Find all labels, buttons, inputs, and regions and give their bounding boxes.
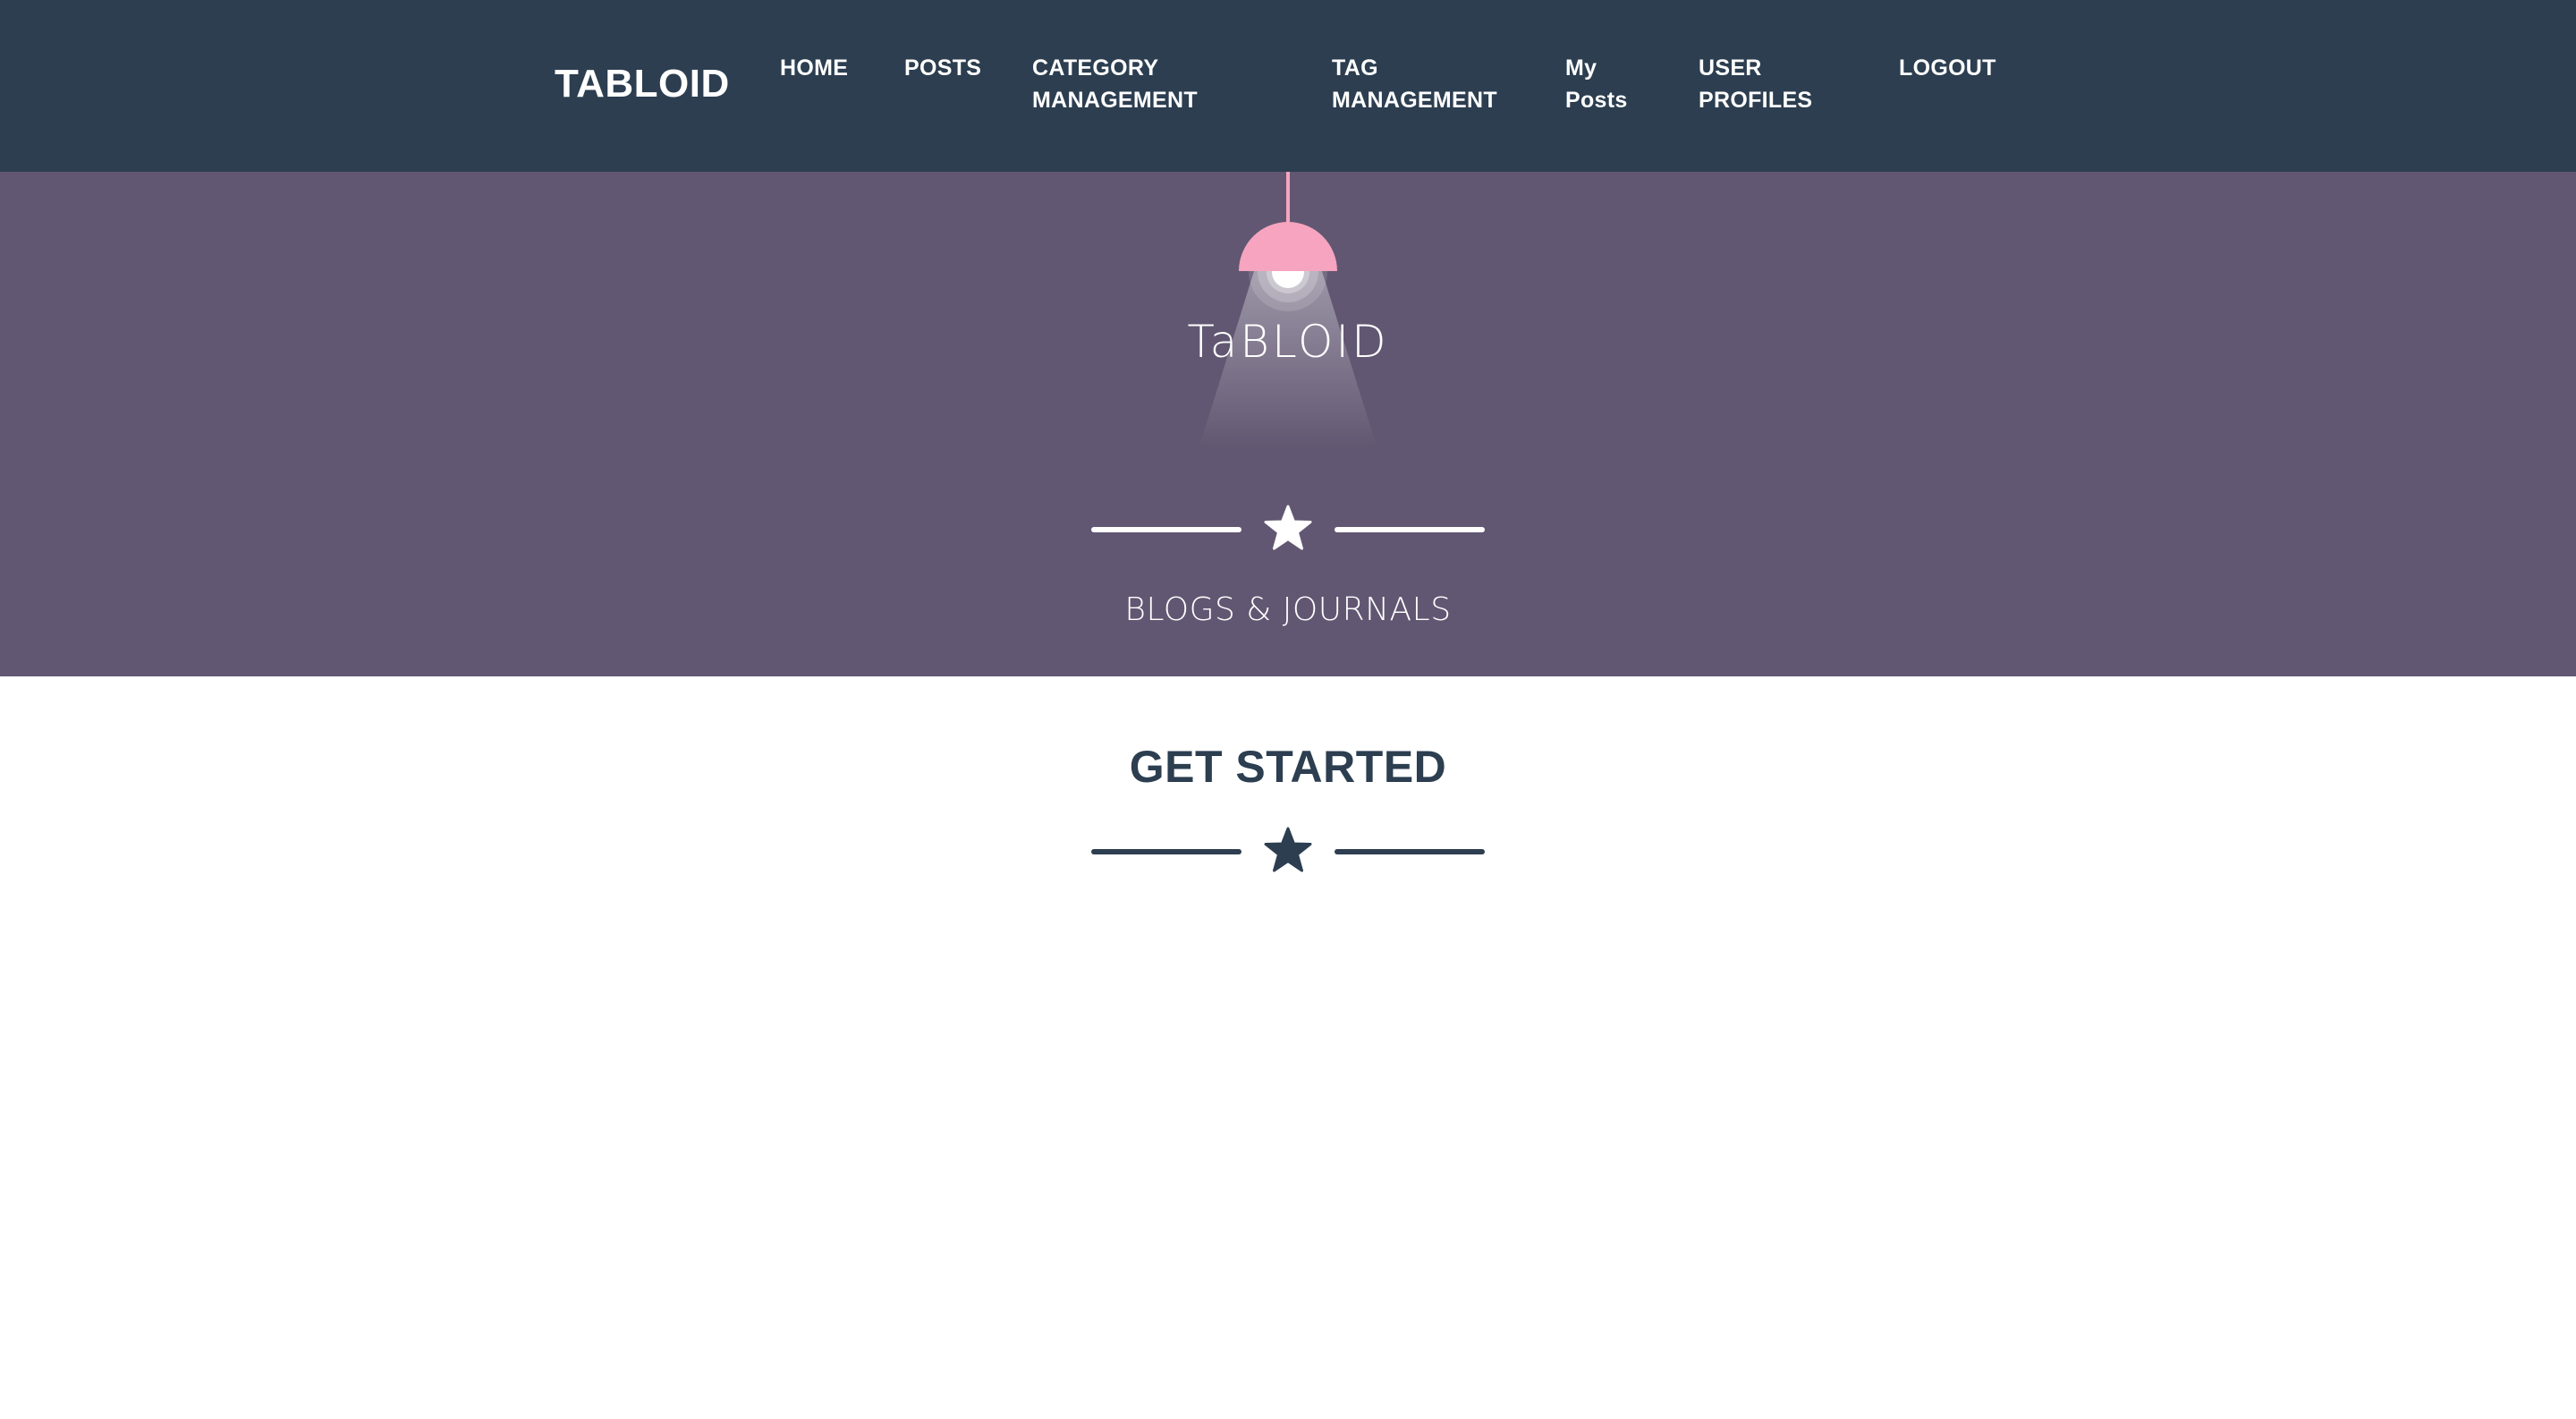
nav-link-label: Posts bbox=[1565, 88, 1628, 113]
nav-link-tag-management[interactable]: TAG MANAGEMENT bbox=[1332, 52, 1497, 116]
nav-link-label: HOME bbox=[780, 55, 849, 81]
nav-link-label: POSTS bbox=[904, 55, 982, 81]
masthead-tagline: BLOGS & JOURNALS bbox=[1124, 591, 1452, 628]
star-icon bbox=[1264, 505, 1312, 550]
section-title: GET STARTED bbox=[1129, 742, 1447, 792]
nav-link-my-posts[interactable]: My Posts bbox=[1565, 52, 1628, 116]
divider-line bbox=[1335, 527, 1485, 532]
logo-wordmark: TaBLOID bbox=[1187, 316, 1389, 368]
star-divider bbox=[1091, 825, 1485, 879]
nav-link-label: My bbox=[1565, 55, 1597, 81]
masthead: TaBLOID BLOGS & JOURNALS bbox=[0, 172, 2576, 676]
nav-link-label: MANAGEMENT bbox=[1332, 88, 1497, 113]
nav-link-posts[interactable]: POSTS bbox=[904, 52, 981, 84]
nav-link-label: USER bbox=[1699, 55, 1762, 81]
divider-line bbox=[1091, 849, 1241, 854]
nav-link-home[interactable]: HOME bbox=[780, 52, 848, 84]
brand-link[interactable]: TABLOID bbox=[555, 59, 730, 109]
star-icon bbox=[1264, 827, 1312, 872]
divider-line bbox=[1335, 849, 1485, 854]
nav-link-logout[interactable]: LOGOUT bbox=[1899, 52, 1996, 84]
nav-link-label: LOGOUT bbox=[1899, 55, 1996, 81]
divider-line bbox=[1091, 527, 1241, 532]
nav-link-label: PROFILES bbox=[1699, 88, 1813, 113]
star-divider bbox=[1091, 503, 1485, 557]
nav-link-label: CATEGORY bbox=[1032, 55, 1159, 81]
nav-link-label: MANAGEMENT bbox=[1032, 88, 1198, 113]
nav-link-user-profiles[interactable]: USER PROFILES bbox=[1699, 52, 1812, 116]
nav-link-category-management[interactable]: CATEGORY MANAGEMENT bbox=[1032, 52, 1198, 116]
top-navbar: TABLOID HOME POSTS CATEGORY MANAGEMENT T… bbox=[0, 0, 2576, 172]
nav-link-label: TAG bbox=[1332, 55, 1378, 81]
